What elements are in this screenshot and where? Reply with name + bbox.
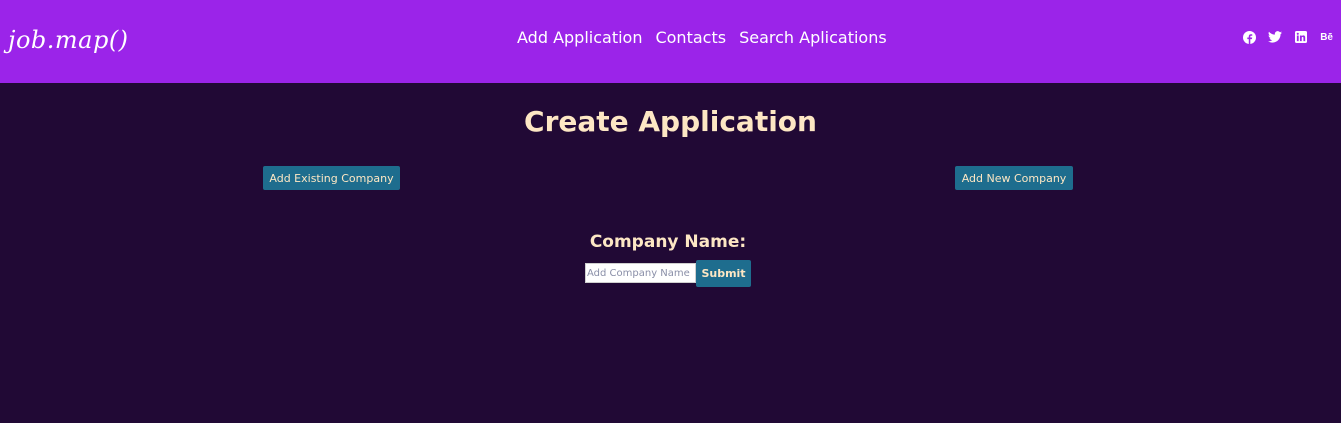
behance-icon[interactable]: Bē xyxy=(1320,30,1333,44)
social-links: Bē xyxy=(1242,30,1333,44)
facebook-icon[interactable] xyxy=(1242,30,1256,44)
nav-link-contacts[interactable]: Contacts xyxy=(655,28,726,47)
linkedin-icon[interactable] xyxy=(1294,30,1308,44)
add-new-company-button[interactable]: Add New Company xyxy=(955,166,1073,190)
submit-button[interactable]: Submit xyxy=(696,260,751,287)
nav-link-add-application[interactable]: Add Application xyxy=(517,28,642,47)
page-title: Create Application xyxy=(524,105,817,138)
nav-links: Add Application Contacts Search Aplicati… xyxy=(517,28,887,47)
twitter-icon[interactable] xyxy=(1268,30,1283,44)
nav-link-search-applications[interactable]: Search Aplications xyxy=(739,28,887,47)
navbar: job.map() Add Application Contacts Searc… xyxy=(0,0,1341,83)
add-existing-company-button[interactable]: Add Existing Company xyxy=(263,166,400,190)
brand-logo[interactable]: job.map() xyxy=(8,26,129,54)
company-name-label: Company Name: xyxy=(589,232,747,252)
company-name-input[interactable] xyxy=(585,263,696,283)
